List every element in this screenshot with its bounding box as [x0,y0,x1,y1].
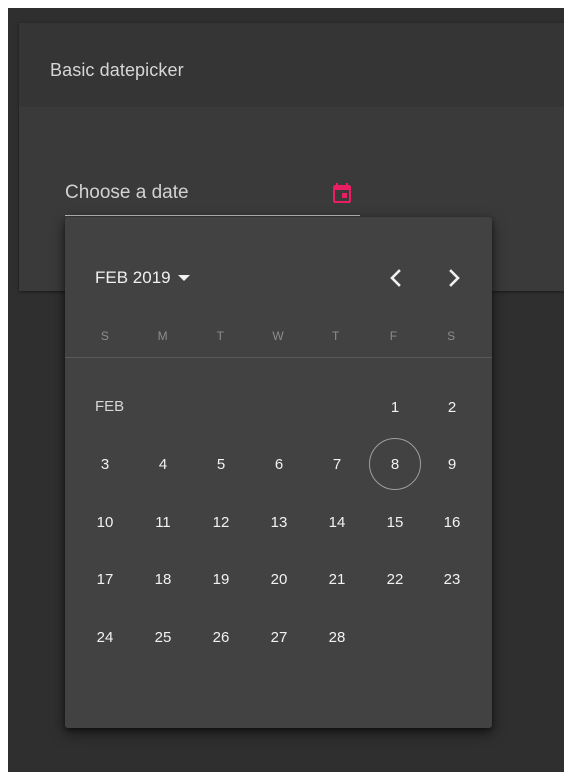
card-title: Basic datepicker [50,60,184,80]
calendar-day-9[interactable]: 9 [426,438,478,490]
calendar-day-11[interactable]: 11 [137,496,189,548]
calendar-day-10[interactable]: 10 [79,496,131,548]
weekday-label: M [157,329,168,343]
calendar-day-7[interactable]: 7 [311,438,363,490]
calendar-day-5[interactable]: 5 [195,438,247,490]
period-label: FEB 2019 [95,268,171,287]
caret-down-icon [177,275,190,281]
calendar-day-22[interactable]: 22 [369,553,421,605]
page-background: Basic datepicker FEB 2019 S M T W [8,8,564,772]
calendar-day-2[interactable]: 2 [426,381,478,433]
calendar-day-27[interactable]: 27 [253,611,305,663]
weekday-label: T [216,329,224,343]
input-underline [65,215,360,216]
weekday-label: F [389,329,398,343]
calendar-day-4[interactable]: 4 [137,438,189,490]
datepicker-toggle-button[interactable] [330,181,354,205]
calendar-day-26[interactable]: 26 [195,611,247,663]
period-select-button[interactable]: FEB 2019 [95,267,190,289]
calendar-popup: FEB 2019 S M T W T F S FEB 1 2 3 4 5 6 7 8 9 10 11… [65,217,492,728]
weekday-label: W [272,329,284,343]
calendar-day-19[interactable]: 19 [195,553,247,605]
calendar-day-6[interactable]: 6 [253,438,305,490]
date-input[interactable] [65,181,341,205]
chevron-right-icon [449,269,460,287]
calendar-day-25[interactable]: 25 [137,611,189,663]
calendar-divider [65,357,492,358]
calendar-day-3[interactable]: 3 [79,438,131,490]
calendar-day-12[interactable]: 12 [195,496,247,548]
weekday-header: S M T W T F S [76,328,480,344]
previous-month-button[interactable] [383,265,409,291]
calendar-day-17[interactable]: 17 [79,553,131,605]
weekday-label: S [447,329,456,343]
calendar-day-24[interactable]: 24 [79,611,131,663]
chevron-left-icon [390,269,401,287]
calendar-day-13[interactable]: 13 [253,496,305,548]
calendar-day-14[interactable]: 14 [311,496,363,548]
calendar-day-15[interactable]: 15 [369,496,421,548]
calendar-icon [333,183,351,203]
weekday-label: T [332,329,340,343]
weekday-label: S [100,329,109,343]
card-header: Basic datepicker [19,23,564,107]
next-month-button[interactable] [441,265,467,291]
calendar-day-18[interactable]: 18 [137,553,189,605]
calendar-day-16[interactable]: 16 [426,496,478,548]
calendar-day-28[interactable]: 28 [311,611,363,663]
calendar-day-23[interactable]: 23 [426,553,478,605]
calendar-day-21[interactable]: 21 [311,553,363,605]
calendar-day-8[interactable]: 8 [369,438,421,490]
month-label: FEB [95,398,125,415]
calendar-day-20[interactable]: 20 [253,553,305,605]
calendar-day-1[interactable]: 1 [369,381,421,433]
